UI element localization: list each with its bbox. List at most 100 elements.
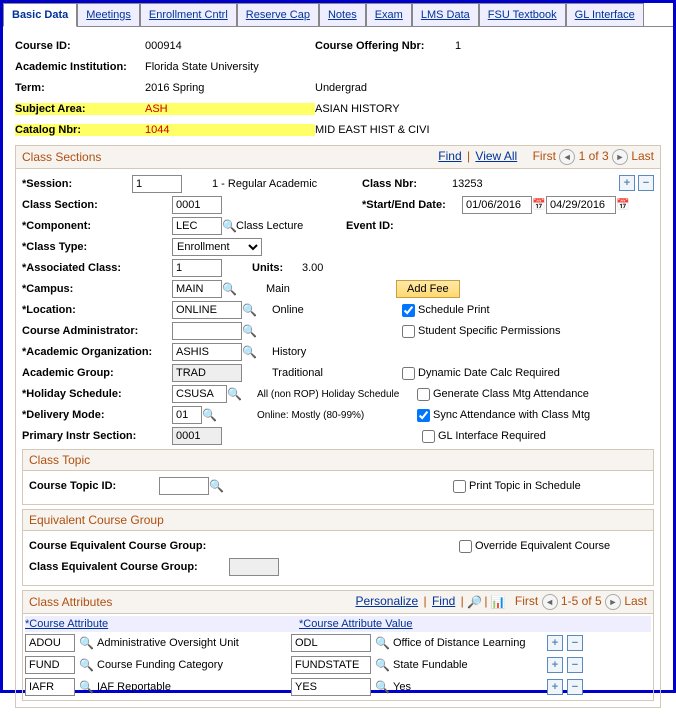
term-label: Term: (15, 82, 145, 94)
session-input[interactable] (132, 175, 182, 193)
viewall-link[interactable]: View All (475, 149, 517, 163)
attrs-next-icon[interactable]: ► (605, 594, 621, 610)
classsec-input[interactable] (172, 196, 222, 214)
admin-input[interactable] (172, 322, 242, 340)
delete-attr-button[interactable]: − (567, 635, 583, 651)
tab-basic-data[interactable]: Basic Data (3, 3, 77, 27)
zoom-icon[interactable]: 🔎 (467, 595, 481, 609)
attr-value-input[interactable] (291, 656, 371, 674)
org-label: *Academic Organization: (22, 346, 172, 358)
lookup-icon[interactable]: 🔍 (375, 636, 389, 650)
tab-fsu-textbook[interactable]: FSU Textbook (479, 3, 566, 26)
print-topic-checkbox[interactable] (453, 480, 466, 493)
group-label: Academic Group: (22, 367, 172, 379)
delete-attr-button[interactable]: − (567, 657, 583, 673)
add-attr-button[interactable]: + (547, 657, 563, 673)
tab-lms-data[interactable]: LMS Data (412, 3, 479, 26)
assoc-input[interactable] (172, 259, 222, 277)
add-fee-button[interactable]: Add Fee (396, 280, 460, 298)
classtype-select[interactable]: Enrollment (172, 238, 262, 256)
campus-input[interactable] (172, 280, 222, 298)
attr-header-2[interactable]: *Course Attribute Value (299, 618, 559, 630)
attr-code-input[interactable] (25, 678, 75, 696)
gl-interface-checkbox[interactable] (422, 430, 435, 443)
institution-value: Florida State University (145, 61, 259, 73)
admin-label: Course Administrator: (22, 325, 172, 337)
org-desc: History (272, 346, 306, 358)
session-desc: 1 - Regular Academic (212, 178, 362, 190)
lookup-icon[interactable]: 🔍 (222, 282, 236, 296)
tab-notes[interactable]: Notes (319, 3, 366, 26)
attr-value-input[interactable] (291, 678, 371, 696)
lookup-icon[interactable]: 🔍 (79, 636, 93, 650)
delete-row-button[interactable]: − (638, 175, 654, 191)
student-perm-checkbox[interactable] (402, 325, 415, 338)
dynamic-date-checkbox[interactable] (402, 367, 415, 380)
tab-enrollment-cntrl[interactable]: Enrollment Cntrl (140, 3, 237, 26)
component-input[interactable] (172, 217, 222, 235)
topic-id-input[interactable] (159, 477, 209, 495)
attr-value-input[interactable] (291, 634, 371, 652)
campus-desc: Main (266, 283, 396, 295)
lookup-icon[interactable]: 🔍 (222, 219, 236, 233)
delivery-input[interactable] (172, 406, 202, 424)
attrs-prev-icon[interactable]: ◄ (542, 594, 558, 610)
start-date-input[interactable] (462, 196, 532, 214)
lookup-icon[interactable]: 🔍 (375, 680, 389, 694)
attrs-header: Class Attributes Personalize | Find | 🔎 … (22, 590, 654, 614)
calendar-icon[interactable]: 📅 (616, 198, 630, 212)
holiday-input[interactable] (172, 385, 227, 403)
group-desc: Traditional (272, 367, 402, 379)
location-label: *Location: (22, 304, 132, 316)
lookup-icon[interactable]: 🔍 (242, 324, 256, 338)
class-equiv-input (229, 558, 279, 576)
lookup-icon[interactable]: 🔍 (209, 479, 223, 493)
lookup-icon[interactable]: 🔍 (375, 658, 389, 672)
lookup-icon[interactable]: 🔍 (79, 658, 93, 672)
find-link[interactable]: Find (438, 149, 461, 163)
lookup-icon[interactable]: 🔍 (227, 387, 241, 401)
tab-gl-interface[interactable]: GL Interface (566, 3, 644, 26)
override-equiv-checkbox[interactable] (459, 540, 472, 553)
units-value: 3.00 (302, 262, 323, 274)
lookup-icon[interactable]: 🔍 (242, 303, 256, 317)
tab-exam[interactable]: Exam (366, 3, 412, 26)
org-input[interactable] (172, 343, 242, 361)
attrs-body: *Course Attribute *Course Attribute Valu… (22, 614, 654, 701)
tab-meetings[interactable]: Meetings (77, 3, 140, 26)
gen-attendance-label: Generate Class Mtg Attendance (433, 388, 589, 400)
next-arrow-icon[interactable]: ► (612, 149, 628, 165)
classsec-label: Class Section: (22, 199, 132, 211)
add-row-button[interactable]: + (619, 175, 635, 191)
sync-attendance-checkbox[interactable] (417, 409, 430, 422)
tab-reserve-cap[interactable]: Reserve Cap (237, 3, 319, 26)
attr-header-1[interactable]: *Course Attribute (25, 618, 295, 630)
lookup-icon[interactable]: 🔍 (202, 408, 216, 422)
attrs-find-link[interactable]: Find (432, 594, 455, 608)
tab-bar: Basic Data Meetings Enrollment Cntrl Res… (3, 3, 673, 27)
schedule-print-checkbox[interactable] (402, 304, 415, 317)
campus-label: *Campus: (22, 283, 132, 295)
location-input[interactable] (172, 301, 242, 319)
record-counter: 1 of 3 (579, 149, 609, 163)
attr-desc: Course Funding Category (97, 659, 287, 671)
download-icon[interactable]: 📊 (491, 595, 505, 609)
units-label: Units: (252, 262, 302, 274)
end-date-input[interactable] (546, 196, 616, 214)
class-topic-header: Class Topic (22, 449, 654, 471)
primary-instr-input (172, 427, 222, 445)
delivery-desc: Online: Mostly (80-99%) (257, 410, 417, 421)
prev-arrow-icon[interactable]: ◄ (559, 149, 575, 165)
lookup-icon[interactable]: 🔍 (242, 345, 256, 359)
gen-attendance-checkbox[interactable] (417, 388, 430, 401)
class-topic-body: Course Topic ID:🔍Print Topic in Schedule (22, 471, 654, 505)
add-attr-button[interactable]: + (547, 635, 563, 651)
attr-code-input[interactable] (25, 634, 75, 652)
calendar-icon[interactable]: 📅 (532, 198, 546, 212)
delivery-label: *Delivery Mode: (22, 409, 172, 421)
attr-code-input[interactable] (25, 656, 75, 674)
attrs-last-label: Last (624, 594, 647, 608)
personalize-link[interactable]: Personalize (355, 594, 418, 608)
lookup-icon[interactable]: 🔍 (79, 680, 93, 694)
override-equiv-label: Override Equivalent Course (475, 540, 610, 552)
